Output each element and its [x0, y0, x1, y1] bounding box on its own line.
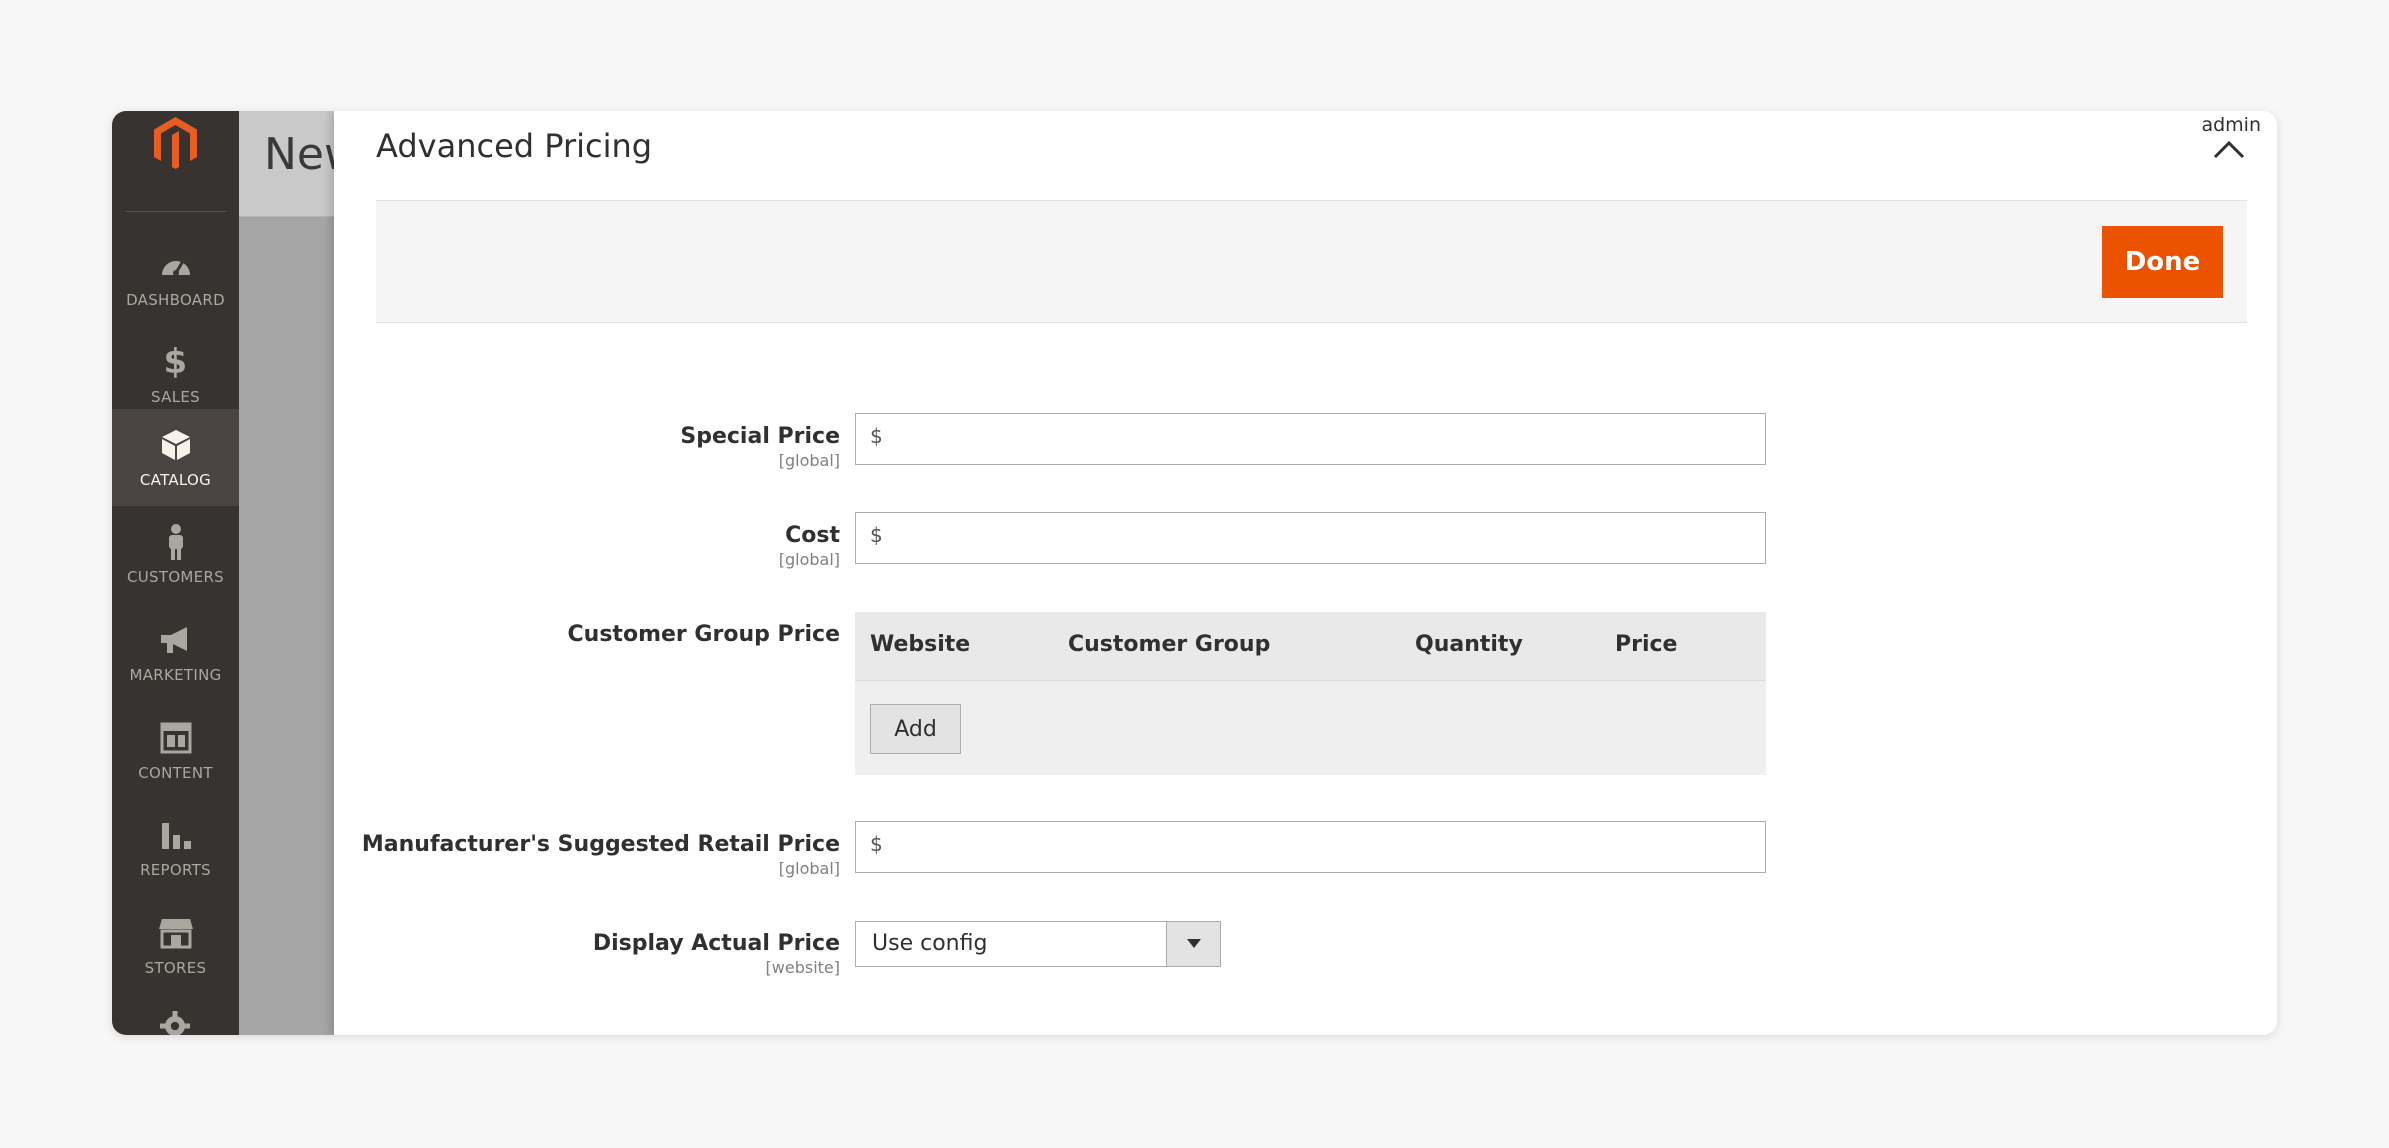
layout-icon [158, 720, 194, 756]
scope-label: [global] [778, 550, 840, 569]
megaphone-icon [158, 622, 194, 658]
field-label-text: Manufacturer's Suggested Retail Price [361, 832, 840, 857]
sidebar-item-customers[interactable]: CUSTOMERS [112, 506, 239, 603]
grid-header: Website Customer Group Quantity Price [855, 612, 1766, 681]
person-icon [158, 523, 194, 560]
sidebar-item-catalog[interactable]: CATALOG [112, 409, 239, 506]
dropdown-arrow-icon[interactable] [1166, 922, 1220, 966]
sidebar-item-label: CATALOG [139, 470, 212, 489]
modal-title: Advanced Pricing [376, 127, 653, 165]
sidebar-item-label: CONTENT [138, 763, 213, 782]
admin-sidebar: DASHBOARD $ SALES CATALOG CUSTOMERS MARK… [112, 111, 239, 1035]
cost-label: Cost [global] [779, 523, 840, 569]
currency-addon: $ [870, 832, 883, 856]
scope-label: [website] [765, 958, 840, 977]
collapse-chevron-icon[interactable] [2211, 137, 2247, 161]
sidebar-item-reports[interactable]: REPORTS [112, 799, 239, 896]
box-icon [158, 427, 194, 463]
done-button[interactable]: Done [2102, 226, 2223, 298]
sidebar-item-content[interactable]: CONTENT [112, 702, 239, 799]
special-price-label: Special Price [global] [680, 424, 840, 470]
display-actual-price-label: Display Actual Price [website] [593, 931, 840, 977]
special-price-input[interactable] [892, 414, 1756, 464]
admin-user-label[interactable]: admin [2201, 114, 2261, 136]
gear-icon[interactable] [157, 1011, 193, 1035]
sidebar-item-label: DASHBOARD [126, 290, 225, 309]
sidebar-item-marketing[interactable]: MARKETING [112, 604, 239, 701]
field-label-text: Special Price [680, 424, 840, 449]
scope-label: [global] [778, 859, 840, 878]
field-label-text: Display Actual Price [592, 931, 840, 956]
field-label-text: Customer Group Price [567, 622, 840, 647]
bar-chart-icon [158, 817, 194, 853]
advanced-pricing-modal: Advanced Pricing admin Done Special Pric… [334, 111, 2277, 1035]
selected-value: Use config [872, 931, 988, 956]
column-header-website: Website [870, 632, 971, 657]
background-header: New [239, 111, 360, 217]
dashboard-icon [158, 247, 194, 283]
currency-addon: $ [870, 424, 883, 448]
column-header-price: Price [1615, 632, 1678, 657]
sidebar-item-dashboard[interactable]: DASHBOARD [112, 229, 239, 326]
magento-logo-icon[interactable] [137, 111, 214, 185]
modal-action-bar: Done [376, 200, 2247, 323]
special-price-field[interactable]: $ [855, 413, 1766, 465]
field-label-text: Cost [785, 523, 840, 548]
app-window: DASHBOARD $ SALES CATALOG CUSTOMERS MARK… [112, 111, 2277, 1035]
msrp-input[interactable] [892, 822, 1756, 872]
column-header-quantity: Quantity [1415, 632, 1523, 657]
customer-group-price-grid: Website Customer Group Quantity Price Ad… [855, 612, 1766, 775]
sidebar-item-label: STORES [144, 958, 207, 977]
background-page: New [239, 111, 360, 1035]
msrp-label: Manufacturer's Suggested Retail Price [g… [362, 832, 840, 878]
display-actual-price-select[interactable]: Use config [855, 921, 1221, 967]
column-header-customer-group: Customer Group [1068, 632, 1271, 657]
sidebar-item-label: CUSTOMERS [126, 567, 224, 586]
currency-addon: $ [870, 523, 883, 547]
sidebar-item-label: MARKETING [129, 665, 222, 684]
sidebar-item-stores[interactable]: STORES [112, 897, 239, 994]
sidebar-item-label: SALES [151, 387, 200, 406]
sidebar-divider [126, 211, 226, 212]
store-icon [158, 915, 194, 951]
scope-label: [global] [778, 451, 840, 470]
cost-field[interactable]: $ [855, 512, 1766, 564]
sidebar-item-label: REPORTS [140, 860, 211, 879]
msrp-field[interactable]: $ [855, 821, 1766, 873]
customer-group-price-label: Customer Group Price [568, 622, 840, 647]
add-button[interactable]: Add [870, 704, 961, 754]
dollar-icon: $ [163, 341, 188, 382]
cost-input[interactable] [892, 513, 1756, 563]
